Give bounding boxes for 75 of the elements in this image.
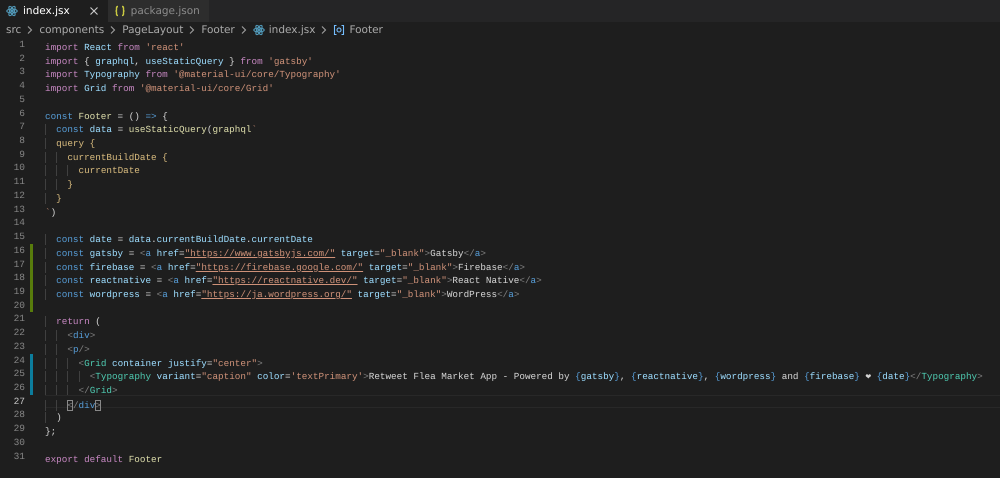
- code-line: };: [45, 425, 56, 439]
- line-number: 11: [12, 175, 25, 189]
- code-line: import Grid from '@material-ui/core/Grid': [45, 82, 274, 96]
- code-line: currentDate: [45, 164, 140, 178]
- breadcrumb-item[interactable]: index.jsx: [268, 24, 316, 36]
- breadcrumb-item[interactable]: src: [6, 24, 22, 36]
- line-number: 26: [12, 380, 25, 395]
- line-number: 20: [12, 298, 25, 312]
- line-number: 18: [12, 271, 25, 285]
- code-line: <p/>: [45, 342, 90, 357]
- line-number: 28: [12, 408, 25, 422]
- editor-tab[interactable]: package.json: [108, 0, 209, 22]
- code-line: }: [45, 178, 73, 192]
- code-line: const Footer = () => {: [45, 110, 168, 124]
- code-line: import React from 'react': [45, 41, 185, 55]
- chevron-icon: [320, 25, 328, 35]
- line-number: 21: [12, 312, 25, 326]
- code-line: currentBuildDate {: [45, 150, 168, 164]
- atom-icon: [6, 5, 18, 17]
- line-number: 27: [12, 394, 25, 408]
- code-line: }: [45, 192, 62, 206]
- code-line: const wordpress = <a href="https://ja.wordpress.org/" target="_blank">WordPress</a>: [45, 288, 520, 302]
- chevron-icon: [26, 25, 34, 35]
- line-number: 30: [12, 436, 25, 450]
- line-number: 10: [12, 161, 25, 176]
- line-number: 7: [18, 120, 25, 134]
- line-number: 29: [12, 422, 25, 436]
- line-number: 8: [18, 134, 25, 148]
- code-line: import { graphql, useStaticQuery } from 'gatsby': [45, 54, 313, 68]
- line-number: 23: [12, 340, 25, 354]
- breadcrumb-item[interactable]: PageLayout: [122, 24, 184, 36]
- code-line: </Grid>: [45, 384, 118, 398]
- editor-tab[interactable]: index.jsx: [0, 0, 108, 22]
- breadcrumb-item[interactable]: components: [39, 24, 104, 36]
- line-number: 17: [12, 258, 25, 272]
- line-number: 16: [12, 244, 25, 258]
- chevron-icon: [109, 25, 118, 35]
- code-line: query {: [45, 137, 96, 151]
- code-line: <Typography variant="caption" color='textPrimary'>Retweet Flea Market App - Powered by {gatsby}, {reactnative}, {wordpress} and {firebase} ❤ {date}</Typography>: [45, 370, 983, 384]
- code-line: `): [45, 206, 56, 220]
- line-number: 24: [12, 354, 25, 368]
- code-line: import Typography from '@material-ui/core/Typography': [45, 68, 341, 82]
- line-number: 13: [12, 202, 25, 216]
- braces-icon: [114, 5, 126, 17]
- line-number: 9: [18, 148, 25, 162]
- close-icon[interactable]: [88, 6, 99, 16]
- chevron-icon: [188, 25, 196, 35]
- line-number: 19: [12, 284, 25, 299]
- line-number: 15: [12, 230, 25, 244]
- line-number: 12: [12, 188, 25, 203]
- line-number: 31: [12, 450, 25, 464]
- line-number: 1: [18, 38, 25, 52]
- chevron-icon: [240, 25, 248, 35]
- code-line: <div>: [45, 329, 96, 343]
- code-line: return (: [45, 315, 101, 330]
- line-number: 5: [18, 92, 25, 107]
- code-line: const firebase = <a href="https://firebase.google.com/" target="_blank">Firebase</a>: [45, 260, 525, 274]
- variable-symbol-icon: [333, 24, 346, 36]
- code-line: ): [45, 411, 62, 426]
- breadcrumb-item[interactable]: Footer: [349, 24, 383, 36]
- code-line: const gatsby = <a href="https://www.gatsbyjs.com/" target="_blank">Gatsby</a>: [45, 246, 486, 260]
- line-number: 2: [18, 52, 25, 66]
- code-line: const reactnative = <a href="https://reactnative.dev/" target="_blank">React Native</a>: [45, 274, 542, 288]
- code-line: const data = useStaticQuery(graphql`: [45, 123, 258, 138]
- code-line: export default Footer: [45, 452, 162, 466]
- code-line: <Grid container justify="center">: [45, 356, 263, 370]
- line-number: 25: [12, 367, 25, 381]
- line-number: 4: [18, 79, 25, 93]
- code-line: const date = data.currentBuildDate.currentDate: [45, 233, 313, 247]
- line-number: 6: [18, 106, 25, 120]
- line-number: 3: [18, 65, 25, 80]
- line-number: 14: [12, 216, 25, 230]
- breadcrumb-item[interactable]: Footer: [201, 24, 235, 36]
- atom-icon: [252, 24, 265, 36]
- line-number: 22: [12, 326, 25, 340]
